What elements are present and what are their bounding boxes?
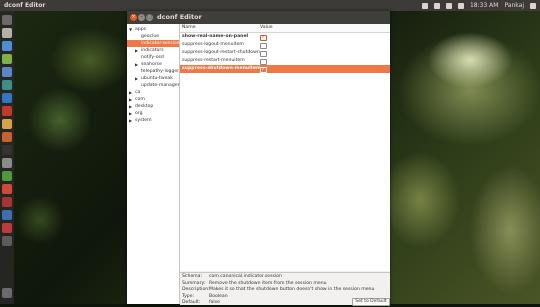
window-titlebar[interactable]: × – □ dconf Editor [127,11,390,24]
keys-list: Name Value show-real-name-on-panel ✓ suppr… [180,24,390,271]
tree-item-label: geoclue [141,34,160,39]
expander-collapsed-icon[interactable]: ▶ [129,110,132,117]
mail-icon[interactable] [421,2,428,9]
key-row-suppress-logout-menuitem[interactable]: suppress-logout-menuitem [180,41,390,49]
minimize-button[interactable]: – [138,14,145,21]
spreadsheet-icon[interactable] [2,54,12,64]
system-tray: 18:33 AM Pankaj [421,0,536,11]
settings-icon[interactable] [2,93,12,103]
user-name[interactable]: Pankaj [504,0,524,11]
trash-icon[interactable] [2,288,12,298]
terminal-icon[interactable] [2,145,12,155]
window-title: dconf Editor [157,13,202,21]
key-row-suppress-shutdown-menuitem[interactable]: suppress-shutdown-menuitem ✓ [180,65,390,73]
power-icon[interactable] [530,2,536,9]
key-row-show-real-name-on-panel[interactable]: show-real-name-on-panel ✓ [180,33,390,41]
tree-item-com[interactable]: ▶ com [127,96,179,103]
app-icon[interactable] [2,223,12,233]
keyboard-icon[interactable] [445,2,452,9]
tree-item-label: org [135,111,143,116]
column-value-header[interactable]: Value [260,24,273,32]
tree-item-label: telepathy-logger [141,69,180,74]
ftp-client-icon[interactable] [2,119,12,129]
tree-item-label: apps [135,27,147,32]
tree-item-geoclue[interactable]: geoclue [127,33,179,40]
browser-icon[interactable] [2,41,12,51]
tree-item-label: indicator-session [141,41,180,46]
tree-item-label: notify-osd [141,55,164,60]
expander-collapsed-icon[interactable]: ▶ [129,117,132,124]
expander-collapsed-icon[interactable]: ▶ [135,75,138,82]
column-name-header[interactable]: Name [182,24,196,32]
key-row-suppress-logout-restart-shutdown[interactable]: suppress-logout-restart-shutdown [180,49,390,57]
tree-item-telepathy-logger[interactable]: telepathy-logger [127,68,179,75]
expander-collapsed-icon[interactable]: ▶ [129,89,132,96]
key-name: show-real-name-on-panel [182,34,249,39]
app-icon[interactable] [2,184,12,194]
app-icon[interactable] [2,210,12,220]
tree-item-label: ubuntu-tweak [141,76,173,81]
tree-item-desktop[interactable]: ▶ desktop [127,103,179,110]
tree-item-ca[interactable]: ▶ ca [127,89,179,96]
expander-collapsed-icon[interactable]: ▶ [129,96,132,103]
ubuntu-one-icon[interactable] [2,132,12,142]
set-to-default-button[interactable]: Set to Default [352,298,390,306]
tree-item-notify-osd[interactable]: notify-osd [127,54,179,61]
tree-item-apps[interactable]: ▼ apps [127,26,179,33]
close-button[interactable]: × [130,14,137,21]
key-name: suppress-restart-menuitem [182,58,245,63]
document-icon[interactable] [2,67,12,77]
value-checkbox-checked[interactable]: ✓ [260,66,267,73]
network-icon[interactable] [433,2,440,9]
tree-item-label: desktop [135,104,154,109]
tree-item-label: seahorse [141,62,162,67]
tree-item-indicators[interactable]: ▶ indicators [127,47,179,54]
tree-item-update-manager[interactable]: update-manager [127,82,180,89]
active-app-title: dconf Editor [4,2,46,9]
system-monitor-icon[interactable] [2,158,12,168]
expander-expanded-icon[interactable]: ▼ [129,26,132,33]
tree-item-label: ca [135,90,141,95]
tree-item-indicator-session[interactable]: indicator-session [127,40,180,47]
tree-item-system[interactable]: ▶ system [127,117,179,124]
keys-header: Name Value [180,24,390,33]
expander-collapsed-icon[interactable]: ▶ [135,47,138,54]
tree-item-label: update-manager [141,83,180,88]
key-row-suppress-restart-menuitem[interactable]: suppress-restart-menuitem [180,57,390,65]
expander-collapsed-icon[interactable]: ▶ [135,61,138,68]
app-icon[interactable] [2,236,12,246]
key-name: suppress-logout-restart-shutdown [182,50,260,55]
presentation-icon[interactable] [2,80,12,90]
software-center-icon[interactable] [2,106,12,116]
top-panel: dconf Editor 18:33 AM Pankaj [0,0,540,11]
tree-item-org[interactable]: ▶ org [127,110,179,117]
tree-item-seahorse[interactable]: ▶ seahorse [127,61,179,68]
tree-item-label: system [135,118,152,123]
tree-item-ubuntu-tweak[interactable]: ▶ ubuntu-tweak [127,75,179,82]
launcher [0,11,14,304]
maximize-button[interactable]: □ [146,14,153,21]
expander-collapsed-icon[interactable]: ▶ [129,103,132,110]
app-icon[interactable] [2,197,12,207]
dash-icon[interactable] [2,15,12,25]
files-icon[interactable] [2,28,12,38]
app-icon[interactable] [2,171,12,181]
tree-item-label: indicators [141,48,164,53]
volume-icon[interactable] [457,2,464,9]
dconf-editor-window: × – □ dconf Editor ▼ apps geoclue indicator… [127,11,390,306]
clock[interactable]: 18:33 AM [470,0,498,11]
key-name: suppress-logout-menuitem [182,42,244,47]
key-name: suppress-shutdown-menuitem [182,66,261,71]
schema-tree: ▼ apps geoclue indicator-session ▶ indicators… [127,24,180,304]
key-details-panel: Schema: com.canonical.indicator.session … [180,272,390,306]
tree-item-label: com [135,97,145,102]
